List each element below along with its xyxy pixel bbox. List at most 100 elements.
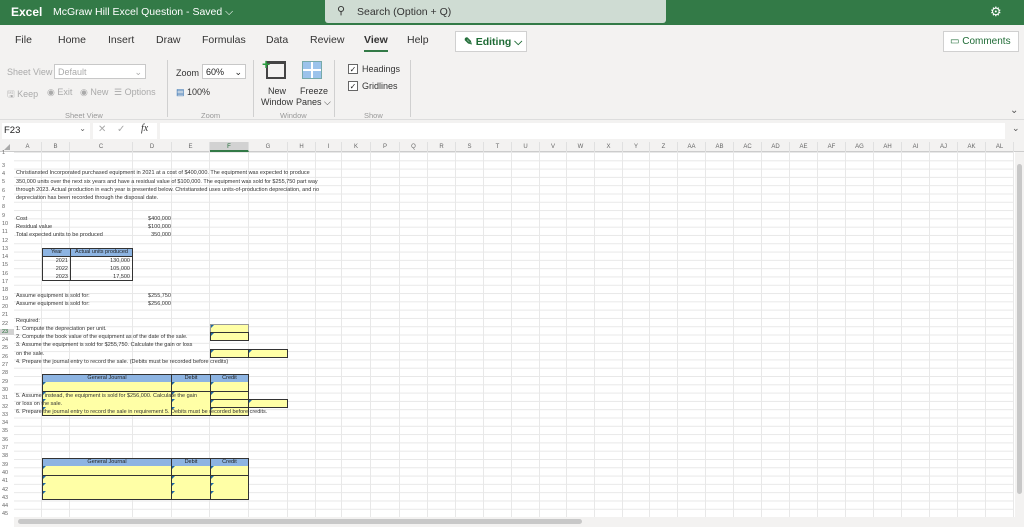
row-header-26[interactable]: 26 bbox=[0, 354, 14, 360]
new-window-button[interactable]: + New Window bbox=[258, 56, 296, 109]
horizontal-scrollbar[interactable] bbox=[14, 517, 1024, 527]
gridlines-checkbox[interactable]: ✓ bbox=[348, 81, 358, 91]
column-header-r[interactable]: R bbox=[428, 142, 456, 152]
row-header-4[interactable]: 4 bbox=[0, 171, 14, 177]
keep-button[interactable]: 🖫 Keep bbox=[7, 87, 38, 103]
row-header-12[interactable]: 12 bbox=[0, 238, 14, 244]
row-header-19[interactable]: 19 bbox=[0, 296, 14, 302]
units-value[interactable]: 350,000 bbox=[133, 231, 171, 239]
row-header-17[interactable]: 17 bbox=[0, 279, 14, 285]
row-header-42[interactable]: 42 bbox=[0, 487, 14, 493]
row-header-37[interactable]: 37 bbox=[0, 445, 14, 451]
sheet-view-dropdown[interactable]: Default ⌄ bbox=[54, 64, 146, 79]
journal-account-cell[interactable] bbox=[42, 475, 172, 483]
row-header-33[interactable]: 33 bbox=[0, 412, 14, 418]
journal-debit-cell[interactable] bbox=[171, 475, 211, 483]
row-header-16[interactable]: 16 bbox=[0, 271, 14, 277]
name-box[interactable]: F23 ⌄ bbox=[2, 123, 90, 139]
row-header-31[interactable]: 31 bbox=[0, 395, 14, 401]
journal-credit-cell[interactable] bbox=[210, 491, 249, 500]
column-header-d[interactable]: D bbox=[133, 142, 172, 152]
column-header-p[interactable]: P bbox=[371, 142, 400, 152]
row-header-29[interactable]: 29 bbox=[0, 379, 14, 385]
journal-account-cell[interactable] bbox=[42, 382, 172, 391]
prod-units[interactable]: 105,000 bbox=[70, 265, 130, 273]
column-header-s[interactable]: S bbox=[456, 142, 484, 152]
journal-debit-cell[interactable] bbox=[171, 382, 211, 391]
tab-home[interactable]: Home bbox=[58, 34, 86, 46]
tab-draw[interactable]: Draw bbox=[156, 34, 181, 46]
search-box[interactable]: ⚲ Search (Option + Q) bbox=[325, 0, 666, 23]
exit-button[interactable]: ◉ Exit bbox=[47, 87, 72, 98]
row-header-34[interactable]: 34 bbox=[0, 420, 14, 426]
column-header-x[interactable]: X bbox=[595, 142, 623, 152]
column-header-ab[interactable]: AB bbox=[706, 142, 734, 152]
sold2-value[interactable]: $256,000 bbox=[133, 300, 171, 308]
collapse-ribbon-icon[interactable]: ⌄ bbox=[1010, 105, 1018, 116]
vertical-scrollbar[interactable] bbox=[1015, 152, 1024, 517]
column-header-ad[interactable]: AD bbox=[762, 142, 790, 152]
column-header-ae[interactable]: AE bbox=[790, 142, 818, 152]
row-header-21[interactable]: 21 bbox=[0, 312, 14, 318]
column-header-ak[interactable]: AK bbox=[958, 142, 986, 152]
column-header-ah[interactable]: AH bbox=[874, 142, 902, 152]
journal-debit-cell[interactable] bbox=[171, 399, 211, 407]
row-header-6[interactable]: 6 bbox=[0, 188, 14, 194]
journal-credit-cell[interactable] bbox=[210, 483, 249, 491]
tab-formulas[interactable]: Formulas bbox=[202, 34, 246, 46]
journal-credit-cell[interactable] bbox=[210, 382, 249, 391]
row-header-8[interactable]: 8 bbox=[0, 204, 14, 210]
journal-credit-cell[interactable] bbox=[210, 475, 249, 483]
row-header-7[interactable]: 7 bbox=[0, 196, 14, 202]
row-header-41[interactable]: 41 bbox=[0, 478, 14, 484]
row-header-9[interactable]: 9 bbox=[0, 213, 14, 219]
cancel-icon[interactable]: ✕ bbox=[98, 124, 106, 135]
row-header-44[interactable]: 44 bbox=[0, 503, 14, 509]
row-header-11[interactable]: 11 bbox=[0, 229, 14, 235]
journal-credit-cell[interactable] bbox=[210, 391, 249, 399]
column-header-y[interactable]: Y bbox=[623, 142, 650, 152]
answer-cell-q2[interactable] bbox=[210, 332, 249, 341]
column-header-e[interactable]: E bbox=[172, 142, 210, 152]
column-header-w[interactable]: W bbox=[567, 142, 595, 152]
row-header-18[interactable]: 18 bbox=[0, 287, 14, 293]
tab-file[interactable]: File bbox=[15, 34, 32, 46]
zoom-100-button[interactable]: ▤ 100% bbox=[176, 87, 210, 98]
column-header-ai[interactable]: AI bbox=[902, 142, 930, 152]
row-header-40[interactable]: 40 bbox=[0, 470, 14, 476]
document-title[interactable]: McGraw Hill Excel Question - Saved ⌵ bbox=[53, 6, 233, 19]
column-header-h[interactable]: H bbox=[288, 142, 316, 152]
row-header-3[interactable]: 3 bbox=[0, 163, 14, 169]
editing-mode-button[interactable]: ✎ Editing ⌵ bbox=[455, 31, 527, 52]
zoom-dropdown[interactable]: 60% ⌄ bbox=[202, 64, 246, 79]
options-button[interactable]: ☰ Options bbox=[114, 87, 156, 98]
comments-button[interactable]: ▭ Comments bbox=[943, 31, 1019, 52]
column-header-q[interactable]: Q bbox=[400, 142, 428, 152]
row-header-20[interactable]: 20 bbox=[0, 304, 14, 310]
journal-credit-cell[interactable] bbox=[210, 466, 249, 475]
enter-check-icon[interactable]: ✓ bbox=[117, 124, 125, 135]
column-header-c[interactable]: C bbox=[70, 142, 133, 152]
residual-value[interactable]: $100,000 bbox=[133, 223, 171, 231]
journal-account-cell[interactable] bbox=[42, 491, 172, 500]
settings-gear-icon[interactable]: ⚙ bbox=[990, 4, 1002, 20]
headings-checkbox[interactable]: ✓ bbox=[348, 64, 358, 74]
row-header-15[interactable]: 15 bbox=[0, 262, 14, 268]
prod-year[interactable]: 2023 bbox=[42, 273, 68, 281]
column-header-z[interactable]: Z bbox=[650, 142, 678, 152]
row-header-24[interactable]: 24 bbox=[0, 337, 14, 343]
column-header-i[interactable]: I bbox=[316, 142, 342, 152]
journal-account-cell[interactable] bbox=[42, 483, 172, 491]
column-header-af[interactable]: AF bbox=[818, 142, 846, 152]
row-header-32[interactable]: 32 bbox=[0, 404, 14, 410]
freeze-panes-button[interactable]: Freeze Panes ⌵ bbox=[296, 57, 332, 109]
row-header-5[interactable]: 5 bbox=[0, 179, 14, 185]
row-header-35[interactable]: 35 bbox=[0, 428, 14, 434]
formula-input[interactable] bbox=[160, 123, 1005, 139]
row-header-39[interactable]: 39 bbox=[0, 462, 14, 468]
column-header-aa[interactable]: AA bbox=[678, 142, 706, 152]
column-header-t[interactable]: T bbox=[484, 142, 512, 152]
tab-review[interactable]: Review bbox=[310, 34, 344, 46]
column-header-al[interactable]: AL bbox=[986, 142, 1014, 152]
row-header-22[interactable]: 22 bbox=[0, 321, 14, 327]
